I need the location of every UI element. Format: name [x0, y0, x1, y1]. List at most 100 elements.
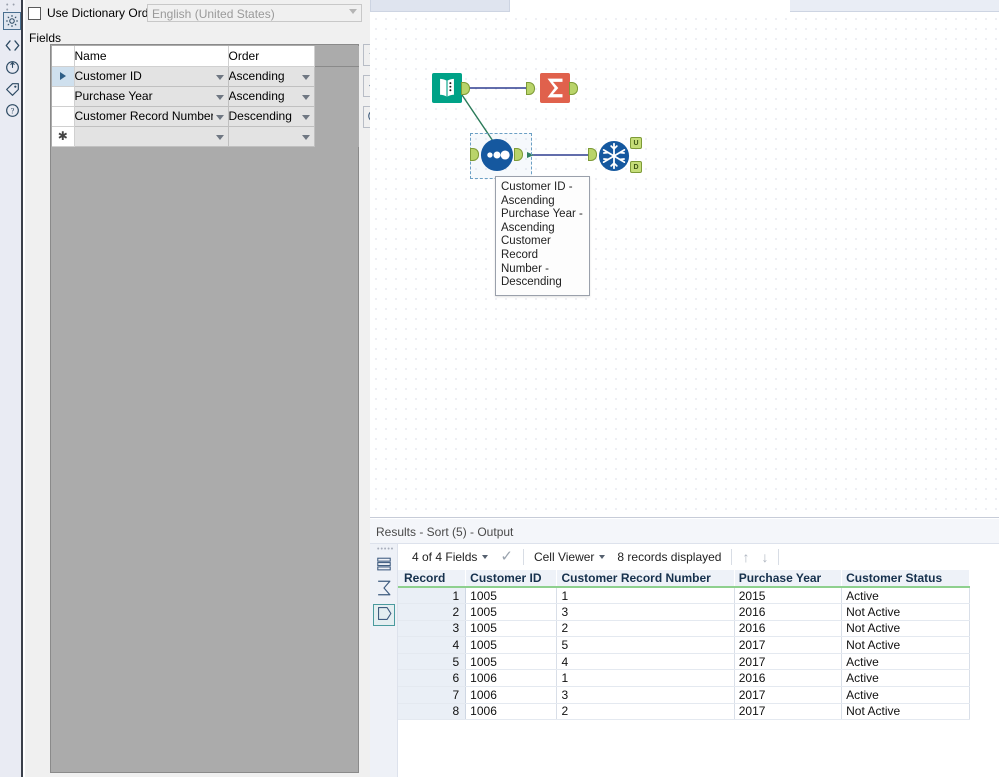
output-anchor[interactable] [569, 82, 578, 95]
table-row[interactable]: 5 1005 4 2017 Active [398, 653, 970, 671]
table-row[interactable]: 1 1005 1 2015 Active [398, 587, 970, 605]
code-brackets-icon-button[interactable] [3, 36, 21, 54]
workflow-tab-strip-left[interactable] [370, 0, 510, 12]
cell-purchase-year[interactable]: 2016 [734, 669, 843, 688]
column-header-customer-record-number[interactable]: Customer Record Number [556, 570, 735, 588]
field-name-dropdown[interactable] [213, 66, 229, 87]
fields-selector[interactable]: 4 of 4 Fields [406, 550, 494, 564]
field-order-dropdown[interactable] [299, 106, 315, 127]
cell-customer-record-number[interactable]: 3 [556, 603, 735, 621]
table-row[interactable]: Customer Record Number Descending [52, 106, 360, 127]
cell-customer-status[interactable]: Active [841, 686, 970, 704]
column-header-record[interactable]: Record [398, 570, 467, 588]
column-header-order[interactable]: Order [228, 46, 315, 67]
input-anchor[interactable] [526, 82, 535, 95]
field-name-cell[interactable]: Customer ID [74, 66, 213, 87]
table-row[interactable]: 3 1005 2 2016 Not Active [398, 620, 970, 638]
table-row[interactable]: 7 1006 3 2017 Active [398, 686, 970, 704]
cell-customer-id[interactable]: 1005 [465, 653, 558, 671]
cell-customer-id[interactable]: 1005 [465, 636, 558, 654]
output-anchor[interactable] [461, 82, 470, 95]
cell-customer-record-number[interactable]: 5 [556, 636, 735, 654]
node-unique[interactable]: U D [588, 137, 642, 175]
cell-purchase-year[interactable]: 2016 [734, 603, 843, 621]
tag-icon-button[interactable] [3, 80, 21, 98]
cell-customer-id[interactable]: 1006 [465, 703, 558, 721]
cell-customer-record-number[interactable]: 2 [556, 620, 735, 638]
field-name-dropdown[interactable] [213, 126, 229, 147]
cell-customer-id[interactable]: 1005 [465, 603, 558, 621]
cell-customer-record-number[interactable]: 4 [556, 653, 735, 671]
help-question-icon-button[interactable]: ? [3, 101, 21, 119]
cell-customer-record-number[interactable]: 2 [556, 703, 735, 721]
field-name-cell[interactable] [74, 126, 213, 147]
scroll-down-button[interactable]: ↓ [755, 549, 774, 565]
field-name-cell[interactable]: Purchase Year [74, 86, 213, 107]
language-select[interactable]: English (United States) [147, 4, 362, 22]
input-anchor[interactable] [470, 148, 479, 161]
data-layers-icon-button[interactable] [373, 554, 395, 576]
cell-customer-status[interactable]: Not Active [841, 603, 970, 621]
field-order-cell[interactable]: Ascending [228, 66, 300, 87]
table-row[interactable]: Customer ID Ascending [52, 66, 360, 87]
cell-customer-status[interactable]: Active [841, 653, 970, 671]
cell-customer-id[interactable]: 1006 [465, 669, 558, 688]
field-order-dropdown[interactable] [299, 126, 315, 147]
cell-purchase-year[interactable]: 2015 [734, 587, 843, 605]
field-name-dropdown[interactable] [213, 86, 229, 107]
node-sort[interactable] [470, 138, 523, 175]
node-input-data[interactable] [432, 73, 470, 106]
fields-apply-button[interactable]: ✓ [494, 549, 519, 564]
results-table-wrapper[interactable]: Record Customer ID Customer Record Numbe… [398, 570, 999, 777]
cell-purchase-year[interactable]: 2017 [734, 653, 843, 671]
results-rail-grip-dots[interactable]: ••••• [377, 546, 394, 553]
unique-output-anchor-u[interactable]: U [630, 137, 642, 149]
sigma-summary-icon-button[interactable] [373, 578, 395, 600]
column-header-purchase-year[interactable]: Purchase Year [734, 570, 843, 588]
column-header-name[interactable]: Name [74, 46, 229, 67]
field-order-dropdown[interactable] [299, 66, 315, 87]
cell-purchase-year[interactable]: 2016 [734, 620, 843, 638]
table-row-new[interactable]: ✱ [52, 126, 360, 147]
cell-customer-id[interactable]: 1005 [465, 620, 558, 638]
use-dictionary-order-row[interactable]: Use Dictionary Order [28, 6, 159, 20]
gear-icon-button[interactable] [3, 12, 21, 30]
unique-output-anchor-d[interactable]: D [630, 161, 642, 173]
cell-customer-status[interactable]: Not Active [841, 703, 970, 721]
column-header-customer-id[interactable]: Customer ID [465, 570, 558, 588]
row-selector[interactable] [52, 66, 75, 87]
cell-customer-record-number[interactable]: 3 [556, 686, 735, 704]
cell-customer-record-number[interactable]: 1 [556, 587, 735, 605]
cell-customer-id[interactable]: 1005 [465, 587, 558, 605]
table-row[interactable]: 2 1005 3 2016 Not Active [398, 603, 970, 621]
cell-customer-status[interactable]: Not Active [841, 636, 970, 654]
use-dictionary-order-checkbox[interactable] [28, 6, 41, 20]
table-row[interactable]: 8 1006 2 2017 Not Active [398, 703, 970, 721]
column-header-customer-status[interactable]: Customer Status [841, 570, 970, 588]
cell-customer-status[interactable]: Active [841, 587, 970, 605]
field-order-cell[interactable] [228, 126, 300, 147]
cell-customer-record-number[interactable]: 1 [556, 669, 735, 688]
table-row[interactable]: Purchase Year Ascending [52, 86, 360, 107]
field-order-cell[interactable]: Ascending [228, 86, 300, 107]
target-arrow-icon-button[interactable] [3, 58, 21, 76]
scroll-up-button[interactable]: ↑ [736, 549, 755, 565]
table-row[interactable]: 4 1005 5 2017 Not Active [398, 636, 970, 654]
input-anchor[interactable] [588, 148, 597, 161]
cell-customer-status[interactable]: Not Active [841, 620, 970, 638]
output-pentagon-icon-button[interactable] [373, 604, 395, 626]
node-summarize[interactable] [526, 73, 578, 106]
cell-purchase-year[interactable]: 2017 [734, 636, 843, 654]
field-name-cell[interactable]: Customer Record Number [74, 106, 213, 127]
field-order-dropdown[interactable] [299, 86, 315, 107]
row-selector-new[interactable]: ✱ [52, 126, 75, 147]
cell-customer-id[interactable]: 1006 [465, 686, 558, 704]
cell-purchase-year[interactable]: 2017 [734, 686, 843, 704]
table-row[interactable]: 6 1006 1 2016 Active [398, 669, 970, 688]
cell-customer-status[interactable]: Active [841, 669, 970, 688]
row-selector[interactable] [52, 86, 75, 107]
field-name-dropdown[interactable] [213, 106, 229, 127]
cell-viewer-selector[interactable]: Cell Viewer [528, 550, 611, 564]
cell-purchase-year[interactable]: 2017 [734, 703, 843, 721]
rail-grip-dots[interactable]: • • • [6, 2, 18, 14]
